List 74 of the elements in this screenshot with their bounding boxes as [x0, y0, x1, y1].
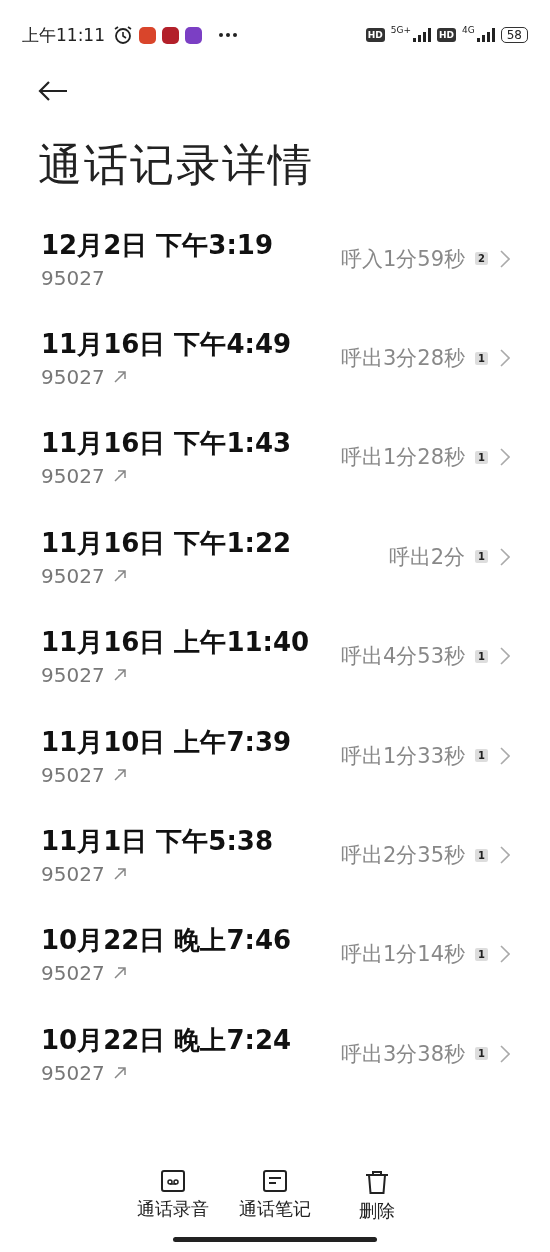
status-time: 上午11:11 [22, 23, 105, 47]
more-icon [218, 32, 238, 38]
call-summary: 呼出4分53秒 [340, 643, 466, 671]
outgoing-arrow-icon [112, 867, 127, 882]
hd-badge: HD [365, 28, 385, 42]
phone-number: 95027 [41, 1060, 105, 1085]
call-date: 11月10日 上午7:39 [41, 725, 293, 759]
trash-icon [364, 1169, 390, 1195]
sim-badge: 1 [475, 749, 488, 763]
call-date: 11月16日 下午4:49 [41, 328, 293, 362]
call-date: 11月16日 下午1:43 [41, 427, 293, 461]
outgoing-arrow-icon [112, 668, 127, 683]
chevron-right-icon [500, 846, 510, 865]
sim-badge: 1 [475, 351, 488, 365]
call-summary: 呼出3分28秒 [340, 345, 466, 373]
call-summary: 呼出1分28秒 [340, 444, 466, 472]
network-type: 4G [462, 25, 475, 35]
sim-badge: 1 [475, 550, 488, 564]
outgoing-arrow-icon [112, 1065, 127, 1080]
app-icon [185, 26, 202, 44]
call-date: 11月1日 下午5:38 [41, 825, 274, 859]
sim-badge: 1 [475, 450, 488, 464]
outgoing-arrow-icon [112, 767, 127, 782]
outgoing-arrow-icon [112, 966, 127, 981]
chevron-right-icon [500, 945, 510, 964]
sim-badge: 1 [475, 848, 488, 862]
chevron-right-icon [500, 1044, 510, 1063]
phone-number: 95027 [41, 862, 105, 887]
chevron-right-icon [500, 448, 510, 467]
cassette-icon [160, 1169, 186, 1193]
app-icon [139, 26, 156, 44]
action-button[interactable]: 删除 [337, 1169, 417, 1223]
call-date: 11月16日 下午1:22 [41, 526, 293, 560]
phone-number: 95027 [41, 961, 105, 986]
call-summary: 呼出2分 [388, 543, 466, 571]
back-arrow-icon[interactable] [38, 81, 68, 101]
call-date: 12月2日 下午3:19 [41, 228, 274, 262]
chevron-right-icon [500, 647, 510, 666]
chevron-right-icon [500, 249, 510, 268]
phone-number: 95027 [41, 464, 105, 489]
call-date: 10月22日 晚上7:24 [41, 1023, 293, 1057]
outgoing-arrow-icon [112, 370, 127, 385]
signal-icon [413, 28, 431, 42]
chevron-right-icon [500, 349, 510, 368]
call-summary: 呼出1分14秒 [340, 941, 466, 969]
sim-badge: 2 [475, 252, 488, 266]
phone-number: 95027 [41, 265, 105, 290]
hd-badge: HD [437, 28, 456, 42]
note-icon [262, 1169, 288, 1193]
call-summary: 呼入1分59秒 [340, 245, 466, 273]
network-type: 5G+ [390, 25, 411, 35]
chevron-right-icon [500, 746, 510, 765]
page-title: 通话记录详情 [38, 138, 315, 192]
phone-number: 95027 [41, 365, 105, 390]
sim-badge: 1 [475, 947, 488, 961]
battery-level: 58 [500, 27, 528, 43]
call-date: 11月16日 上午11:40 [41, 626, 311, 660]
sim-badge: 1 [475, 649, 488, 663]
app-icon [162, 26, 179, 44]
outgoing-arrow-icon [112, 469, 127, 484]
signal-icon [476, 28, 495, 42]
action-button[interactable]: 通话录音 [133, 1169, 213, 1223]
phone-number: 95027 [41, 563, 105, 588]
call-summary: 呼出3分38秒 [340, 1040, 466, 1068]
outgoing-arrow-icon [112, 568, 127, 583]
action-button[interactable]: 通话笔记 [235, 1169, 315, 1223]
call-summary: 呼出2分35秒 [340, 842, 466, 870]
chevron-right-icon [500, 547, 510, 566]
call-date: 10月22日 晚上7:46 [41, 924, 293, 958]
call-summary: 呼出1分33秒 [340, 742, 466, 770]
sim-badge: 1 [475, 1047, 488, 1061]
alarm-icon [113, 25, 133, 45]
phone-number: 95027 [41, 663, 105, 688]
phone-number: 95027 [41, 762, 105, 787]
